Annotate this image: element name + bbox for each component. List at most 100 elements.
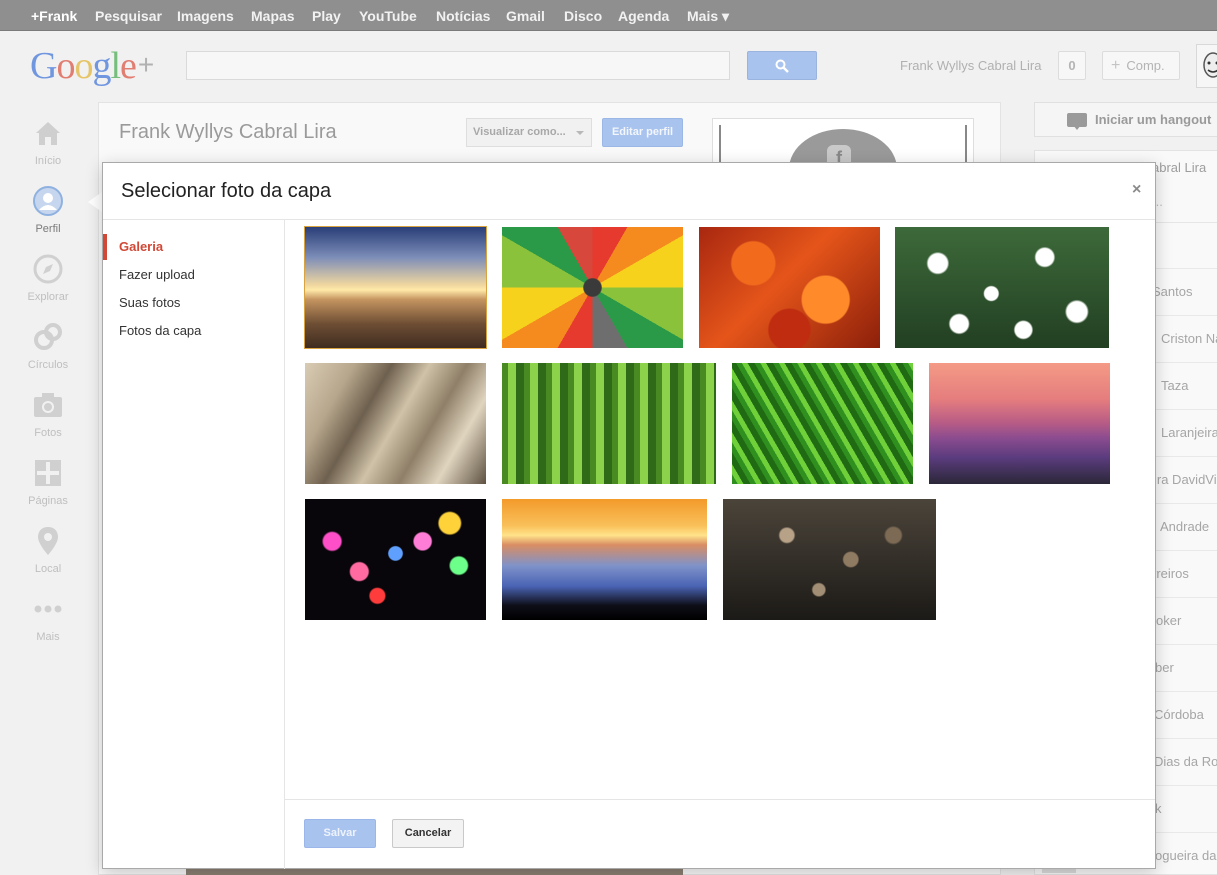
plus-icon: + <box>1111 57 1121 74</box>
logo-letter: o <box>74 45 93 87</box>
gbar-link-news[interactable]: Notícias <box>436 0 490 31</box>
logo-plus: + <box>137 49 154 80</box>
save-button[interactable]: Salvar <box>304 819 376 848</box>
gallery-thumb-white-daisies[interactable] <box>895 227 1109 348</box>
contact-name: Santos <box>1152 284 1193 299</box>
nav-label: Círculos <box>27 359 69 371</box>
nav-item-profile[interactable]: Perfil <box>18 185 78 235</box>
search-button[interactable] <box>747 51 817 80</box>
gallery-thumb-paper-folds[interactable] <box>305 363 486 484</box>
contact-name: Taza <box>1161 378 1189 393</box>
profile-name: Frank Wyllys Cabral Lira <box>119 121 337 143</box>
contact-name: rreiros <box>1152 566 1189 581</box>
menu-label: Suas fotos <box>119 295 181 310</box>
menu-item-cover-photos[interactable]: Fotos da capa <box>103 318 284 344</box>
contact-name: Laranjeira <box>1161 425 1217 440</box>
dialog-title: Selecionar foto da capa <box>121 180 332 202</box>
contact-name: ira DavidVi <box>1154 472 1217 487</box>
home-icon <box>36 122 60 145</box>
menu-label: Galeria <box>119 239 164 254</box>
nav-item-explore[interactable]: Explorar <box>18 253 78 303</box>
start-hangout-button[interactable]: Iniciar um hangout <box>1034 102 1217 137</box>
share-button[interactable]: + Comp. <box>1102 51 1180 80</box>
compass-icon <box>33 254 63 284</box>
divider <box>103 219 1155 220</box>
hangout-label: Iniciar um hangout <box>1095 112 1212 127</box>
pages-icon <box>35 460 61 486</box>
header: Google+ Frank Wyllys Cabral Lira 0 + Comp… <box>0 31 1217 101</box>
cancel-button[interactable]: Cancelar <box>392 819 464 848</box>
contact-name: ogueira da <box>1155 848 1217 863</box>
profile-photo[interactable]: f <box>712 118 974 169</box>
google-plus-logo[interactable]: Google+ <box>30 44 154 88</box>
nav-label: Mais <box>36 631 60 643</box>
gbar-link-more[interactable]: Mais ▾ <box>687 0 729 31</box>
logo-letter: l <box>110 45 121 87</box>
contact-name: Córdoba <box>1154 707 1204 722</box>
nav-label: Explorar <box>27 291 69 303</box>
search-icon <box>775 59 789 73</box>
gallery-thumb-green-grass[interactable] <box>732 363 913 484</box>
nav-item-pages[interactable]: Páginas <box>18 457 78 507</box>
gbar-link-plus[interactable]: +Frank <box>31 0 77 31</box>
pin-icon <box>38 527 58 555</box>
gbar-link-gmail[interactable]: Gmail <box>506 0 545 31</box>
nav-item-local[interactable]: Local <box>18 525 78 575</box>
nav-item-photos[interactable]: Fotos <box>18 389 78 439</box>
menu-item-your-photos[interactable]: Suas fotos <box>103 290 284 316</box>
menu-item-upload[interactable]: Fazer upload <box>103 262 284 288</box>
edit-profile-button[interactable]: Editar perfil <box>602 118 683 147</box>
google-bar: +Frank Pesquisar Imagens Mapas Play YouT… <box>0 0 1217 31</box>
dialog-pointer <box>88 192 102 212</box>
menu-label: Fazer upload <box>119 267 195 282</box>
share-label: Comp. <box>1126 58 1165 73</box>
divider <box>285 799 1155 800</box>
gallery-thumb-colorful-petals[interactable] <box>502 227 683 348</box>
gbar-link-maps[interactable]: Mapas <box>251 0 295 31</box>
logo-letter: g <box>92 45 111 87</box>
contact-name: Andrade <box>1160 519 1210 534</box>
nav-item-more[interactable]: Mais <box>18 593 78 643</box>
gallery-thumb-water-drops[interactable] <box>723 499 936 620</box>
gallery-thumb-red-maple-leaves[interactable] <box>699 227 880 348</box>
camera-icon <box>34 393 62 417</box>
menu-item-gallery[interactable]: Galeria <box>103 234 284 260</box>
gbar-link-calendar[interactable]: Agenda <box>618 0 669 31</box>
circles-icon <box>34 323 62 350</box>
notifications-count[interactable]: 0 <box>1058 51 1086 80</box>
nav-label: Início <box>34 155 62 167</box>
avatar[interactable] <box>1196 44 1217 88</box>
search-input[interactable] <box>186 51 730 80</box>
menu-label: Fotos da capa <box>119 323 202 338</box>
video-camera-icon <box>1067 113 1087 130</box>
gallery-thumb-bokeh-lights[interactable] <box>305 499 486 620</box>
contact-name: Criston Na <box>1161 331 1217 346</box>
avatar-face-icon <box>1203 52 1217 78</box>
gbar-link-drive[interactable]: Disco <box>564 0 602 31</box>
select-cover-photo-dialog: Selecionar foto da capa × Galeria Fazer … <box>102 162 1156 869</box>
gallery-thumb-horsetail-plants[interactable] <box>502 363 716 484</box>
gallery-thumb-sunset-over-clouds[interactable] <box>502 499 707 620</box>
gbar-link-images[interactable]: Imagens <box>177 0 234 31</box>
gbar-link-search[interactable]: Pesquisar <box>95 0 162 31</box>
contact-name: Dias da Ro <box>1154 754 1217 769</box>
close-icon[interactable]: × <box>1132 181 1141 199</box>
nav-label: Perfil <box>35 223 61 235</box>
gbar-link-play[interactable]: Play <box>312 0 341 31</box>
view-as-dropdown[interactable]: Visualizar como... <box>466 118 592 147</box>
nav-item-home[interactable]: Início <box>18 117 78 167</box>
caret-down-icon <box>576 131 584 135</box>
account-name[interactable]: Frank Wyllys Cabral Lira <box>900 58 1041 73</box>
more-icon <box>34 605 62 613</box>
logo-letter: G <box>30 45 57 87</box>
profile-icon <box>33 186 63 216</box>
nav-item-circles[interactable]: Círculos <box>18 321 78 371</box>
gallery-thumb-beach-sunset[interactable] <box>304 226 487 349</box>
contact-name: oker <box>1156 613 1182 628</box>
nav-label: Local <box>34 563 62 575</box>
gallery-thumb-pink-mountains[interactable] <box>929 363 1110 484</box>
nav-label: Páginas <box>28 495 68 507</box>
gbar-link-youtube[interactable]: YouTube <box>359 0 417 31</box>
logo-letter: o <box>56 45 75 87</box>
chat-user-name: abral Lira <box>1152 160 1207 175</box>
